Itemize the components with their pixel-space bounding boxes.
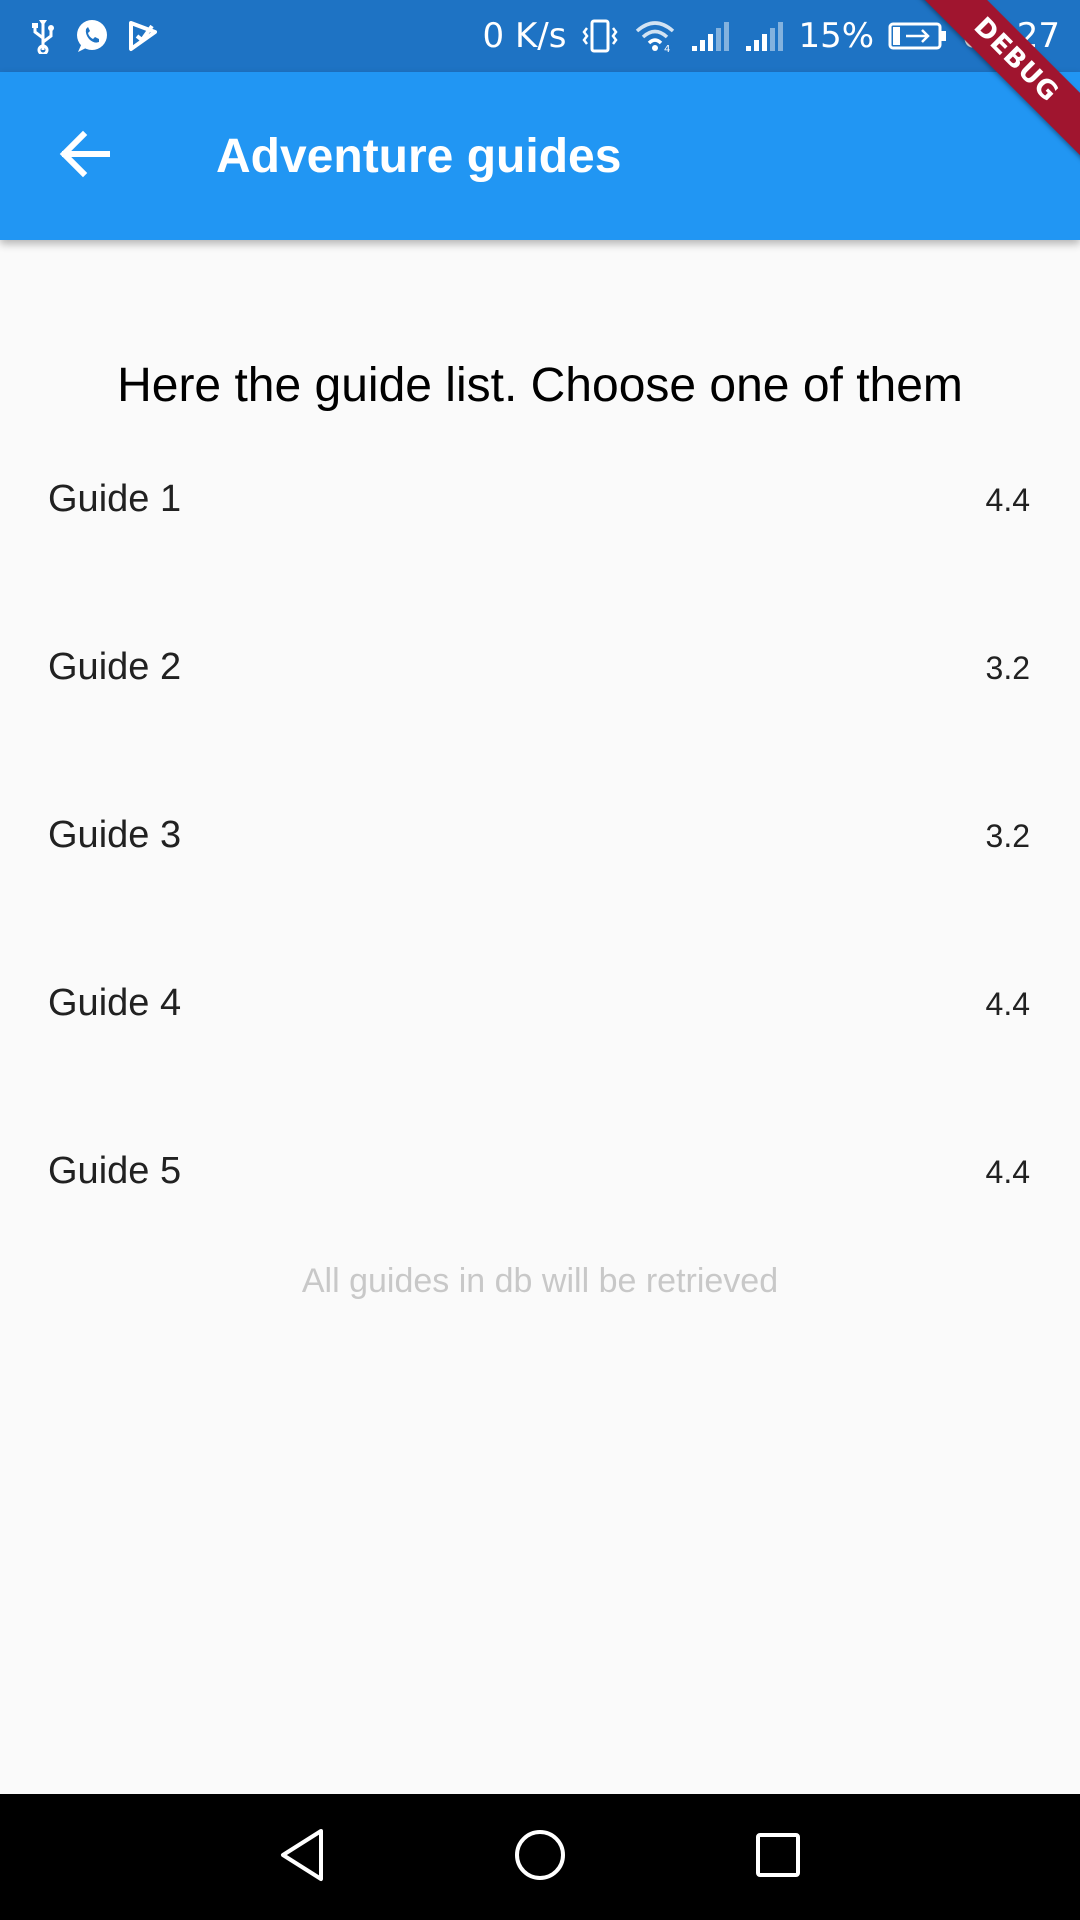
app-bar: Adventure guides <box>0 72 1080 240</box>
signal-icon <box>744 20 784 52</box>
nav-recents-button[interactable] <box>718 1797 838 1917</box>
page-title: Adventure guides <box>216 129 622 183</box>
navigation-bar <box>0 1794 1080 1920</box>
usb-icon <box>30 18 56 54</box>
svg-text:4: 4 <box>664 44 670 53</box>
guide-list-item[interactable]: Guide 5 4.4 <box>0 1108 1080 1276</box>
guide-rating: 4.4 <box>985 986 1030 1022</box>
guide-rating: 3.2 <box>985 818 1030 854</box>
guide-name: Guide 5 <box>48 1150 182 1192</box>
guide-name: Guide 1 <box>48 478 182 520</box>
nav-home-button[interactable] <box>480 1797 600 1917</box>
wifi-icon: 4 <box>634 19 676 53</box>
whatsapp-icon <box>74 18 110 54</box>
footer-note: All guides in db will be retrieved <box>301 1262 779 1300</box>
vibrate-icon <box>580 18 620 54</box>
status-bar: 0 K/s 4 15% <box>0 0 1080 72</box>
guide-name: Guide 2 <box>48 646 182 688</box>
network-speed: 0 K/s <box>482 16 567 56</box>
email-notification-icon <box>128 20 158 52</box>
guide-list: Guide 1 4.4 Guide 2 3.2 Guide 3 3.2 Guid… <box>0 436 1080 1276</box>
guide-rating: 4.4 <box>985 482 1030 518</box>
guide-list-heading: Here the guide list. Choose one of them <box>117 359 963 412</box>
guide-rating: 4.4 <box>985 1154 1030 1190</box>
nav-recents-icon <box>754 1831 802 1884</box>
back-button[interactable] <box>40 111 130 201</box>
status-notification-icons <box>30 18 158 54</box>
nav-back-icon <box>277 1827 327 1888</box>
guide-name: Guide 3 <box>48 814 182 856</box>
battery-charging-icon <box>888 21 948 51</box>
guide-list-item[interactable]: Guide 3 3.2 <box>0 772 1080 940</box>
arrow-back-icon <box>59 130 111 183</box>
guide-rating: 3.2 <box>985 650 1030 686</box>
nav-back-button[interactable] <box>242 1797 362 1917</box>
battery-percent: 15% <box>798 16 875 56</box>
nav-home-icon <box>513 1828 567 1887</box>
guide-list-item[interactable]: Guide 2 3.2 <box>0 604 1080 772</box>
guide-name: Guide 4 <box>48 982 182 1024</box>
signal-icon <box>690 20 730 52</box>
guide-list-item[interactable]: Guide 1 4.4 <box>0 436 1080 604</box>
guide-list-item[interactable]: Guide 4 4.4 <box>0 940 1080 1108</box>
